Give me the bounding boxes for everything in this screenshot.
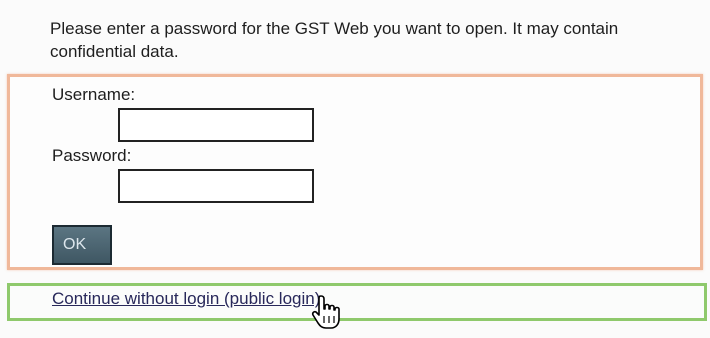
password-label: Password: (52, 146, 132, 165)
username-input[interactable] (118, 108, 314, 142)
public-login-link[interactable]: Continue without login (public login) (52, 289, 320, 309)
hand-pointer-icon (311, 295, 340, 329)
login-panel: Username: Password: OK (7, 74, 703, 270)
intro-message: Please enter a password for the GST Web … (50, 19, 619, 61)
username-label: Username: (52, 85, 136, 104)
password-input[interactable] (118, 169, 314, 203)
ok-button[interactable]: OK (52, 225, 112, 265)
public-login-panel: Continue without login (public login) (7, 283, 707, 321)
